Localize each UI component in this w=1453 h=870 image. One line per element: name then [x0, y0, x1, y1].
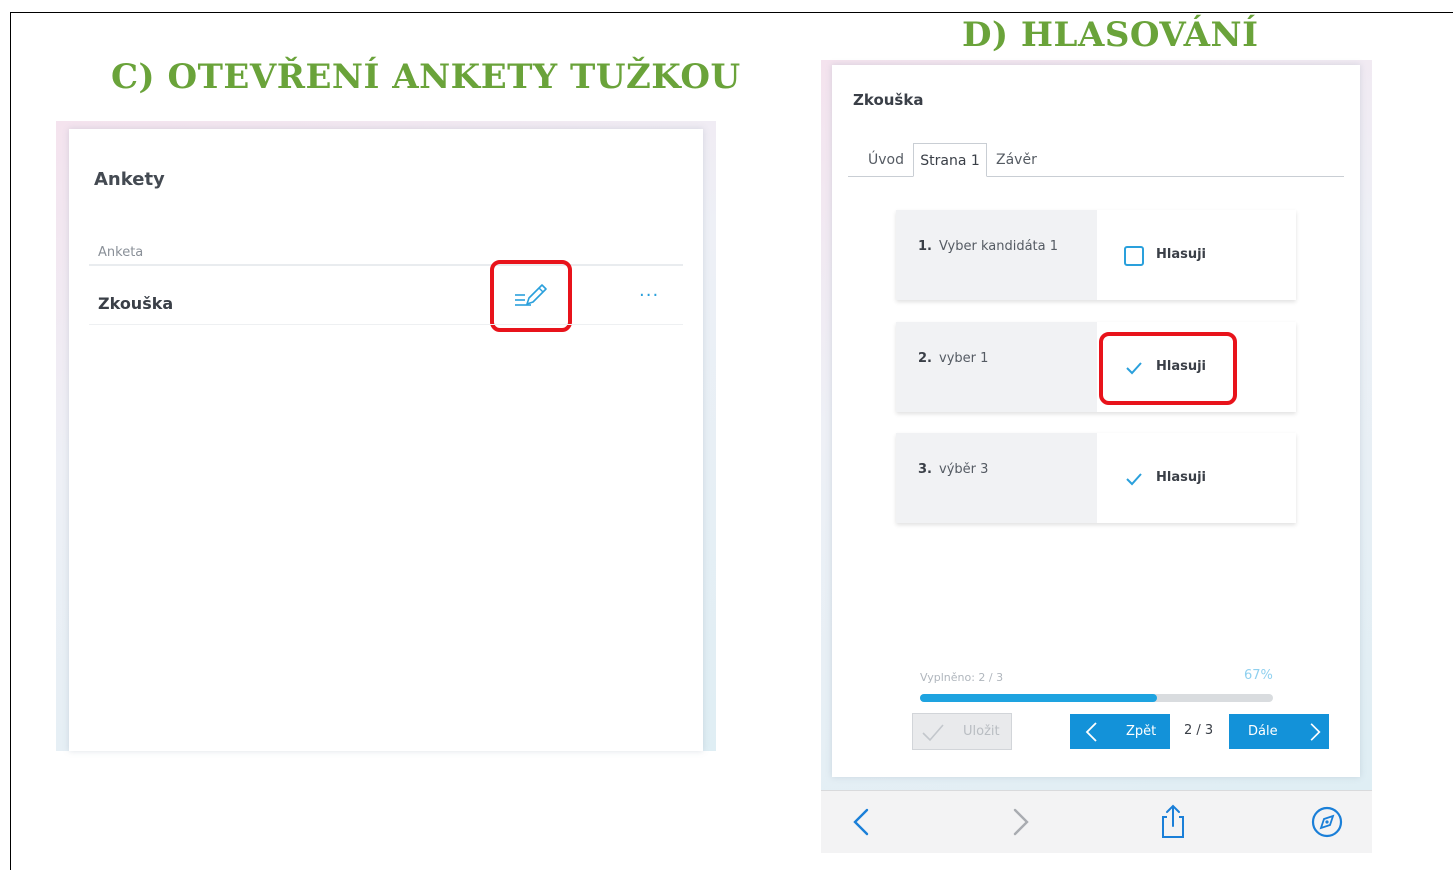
column-header-poll: Anketa: [98, 245, 144, 260]
polls-list-title: Ankety: [94, 169, 165, 190]
back-button[interactable]: Zpět: [1070, 714, 1170, 749]
question-text: výběr 3: [939, 462, 989, 477]
chevron-right-icon: [1310, 722, 1321, 741]
tab-intro[interactable]: Úvod: [868, 143, 904, 177]
back-button-label: Zpět: [1126, 724, 1157, 739]
vote-label[interactable]: Hlasuji: [1156, 470, 1206, 485]
next-button-label: Dále: [1248, 724, 1278, 739]
vote-cell: Hlasuji: [1097, 322, 1296, 412]
question-row: 2. vyber 1 Hlasuji: [896, 322, 1296, 412]
progress-percent: 67%: [1244, 668, 1273, 683]
question-number: 3.: [918, 462, 932, 477]
frame-top-border: [10, 12, 1453, 13]
chevron-left-icon: [1085, 721, 1097, 742]
poll-title: Zkouška: [853, 91, 924, 109]
progress-track: [920, 694, 1273, 702]
edit-poll-button[interactable]: [490, 260, 572, 332]
frame-left-border: [10, 12, 11, 870]
poll-row-name[interactable]: Zkouška: [98, 294, 173, 313]
row-divider: [89, 324, 683, 325]
polls-list-card: Ankety Anketa Zkouška ···: [69, 129, 703, 751]
pencil-edit-icon: [515, 284, 547, 306]
question-row: 1. Vyber kandidáta 1 Hlasuji: [896, 210, 1296, 300]
vote-checkbox-unchecked[interactable]: [1124, 246, 1144, 266]
voting-panel: Zkouška Úvod Strana 1 Závěr 1. Vyber kan…: [821, 60, 1372, 790]
next-button[interactable]: Dále: [1229, 714, 1329, 749]
more-options-button[interactable]: ···: [639, 285, 659, 306]
polls-list-panel: Ankety Anketa Zkouška ···: [56, 121, 716, 751]
question-text: vyber 1: [939, 351, 989, 366]
voting-card: Zkouška Úvod Strana 1 Závěr 1. Vyber kan…: [832, 65, 1360, 777]
save-button[interactable]: Uložit: [912, 713, 1012, 750]
vote-cell: Hlasuji: [1097, 210, 1296, 300]
vote-highlight-box: [1099, 332, 1237, 405]
question-text-cell: 3. výběr 3: [896, 433, 1097, 523]
question-text: Vyber kandidáta 1: [939, 239, 1059, 254]
save-button-label: Uložit: [963, 724, 1000, 739]
question-number: 1.: [918, 239, 932, 254]
heading-voting: D) HLASOVÁNÍ: [962, 15, 1259, 55]
progress-fill: [920, 694, 1157, 702]
vote-cell: Hlasuji: [1097, 433, 1296, 523]
checkmark-icon[interactable]: [1124, 469, 1144, 489]
question-text-cell: 2. vyber 1: [896, 322, 1097, 412]
back-arrow-icon[interactable]: [845, 804, 881, 840]
compass-icon[interactable]: [1309, 804, 1345, 840]
question-number: 2.: [918, 351, 932, 366]
heading-open-poll: C) OTEVŘENÍ ANKETY TUŽKOU: [111, 57, 741, 97]
forward-arrow-icon[interactable]: [1001, 804, 1037, 840]
question-text-cell: 1. Vyber kandidáta 1: [896, 210, 1097, 300]
progress-label: Vyplněno: 2 / 3: [920, 671, 1004, 684]
tab-page-1[interactable]: Strana 1: [913, 143, 987, 177]
share-icon[interactable]: [1155, 804, 1191, 840]
question-row: 3. výběr 3 Hlasuji: [896, 433, 1296, 523]
header-divider: [89, 264, 683, 266]
page-indicator: 2 / 3: [1184, 723, 1214, 738]
tab-conclusion[interactable]: Závěr: [996, 143, 1037, 177]
vote-label[interactable]: Hlasuji: [1156, 247, 1206, 262]
checkmark-icon: [922, 723, 944, 741]
browser-toolbar: [821, 790, 1372, 853]
